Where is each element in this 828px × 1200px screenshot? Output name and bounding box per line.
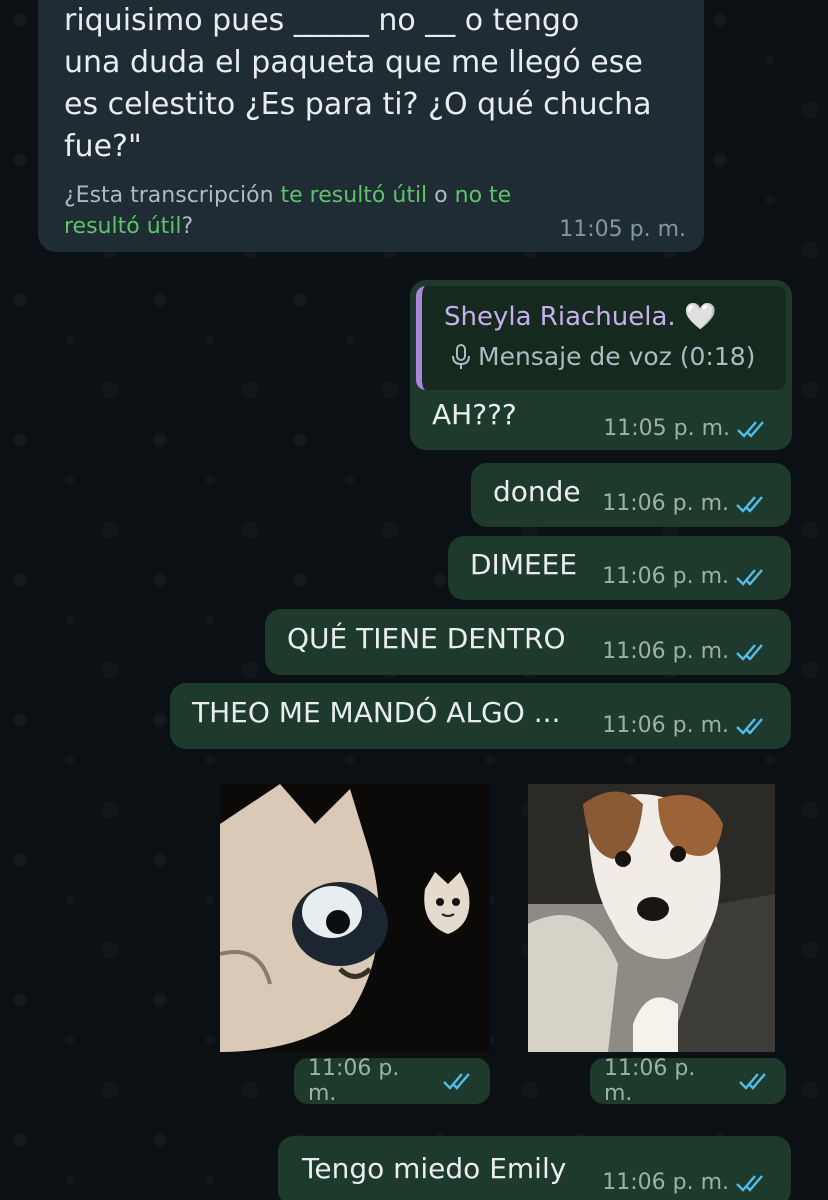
incoming-message-bubble[interactable]: riquisimo pues _____ no __ o tengo una d… [38,0,704,252]
outgoing-message-bubble[interactable]: Tengo miedo Emily 11:06 p. m. [278,1136,791,1200]
outgoing-message-bubble[interactable]: QUÉ TIENE DENTRO 11:06 p. m. [265,609,791,675]
read-ticks-icon [736,1174,763,1192]
quoted-sender-name: Sheyla Riachuela. 🤍 [444,302,717,332]
outgoing-message-bubble[interactable]: Sheyla Riachuela. 🤍 Mensaje de voz (0:18… [410,280,792,450]
message-time: 11:05 p. m. [559,217,686,242]
image-cat-sticker[interactable] [220,784,490,1052]
cat-image [220,784,490,1052]
outgoing-message-bubble[interactable]: THEO ME MANDÓ ALGO ... 11:06 p. m. [170,683,791,749]
read-ticks-icon [443,1073,470,1090]
image-timestamp: 11:06 p. m. [294,1056,490,1106]
message-text: AH??? [432,398,517,431]
quoted-voice-message[interactable]: Sheyla Riachuela. 🤍 Mensaje de voz (0:18… [416,286,786,390]
message-text: QUÉ TIENE DENTRO [287,622,566,655]
message-time: 11:06 p. m. [602,639,729,664]
message-time: 11:06 p. m. [602,1170,729,1195]
outgoing-message-bubble[interactable]: donde 11:06 p. m. [471,463,791,527]
image-timestamp: 11:06 p. m. [590,1056,786,1106]
image-dog-photo[interactable] [528,784,775,1052]
message-text: donde [493,475,581,508]
read-ticks-icon [736,495,763,513]
message-time: 11:06 p. m. [602,491,729,516]
helpful-yes-link[interactable]: te resultó útil [281,183,428,208]
message-time: 11:06 p. m. [602,713,729,738]
message-text: Tengo miedo Emily [302,1152,567,1185]
transcription-text: riquisimo pues _____ no __ o tengo una d… [64,3,652,164]
transcription-feedback: ¿Esta transcripción te resultó útil o no… [64,183,512,239]
microphone-icon [452,343,470,369]
quoted-message-text: Mensaje de voz (0:18) [478,342,756,371]
read-ticks-icon [736,568,763,586]
message-time: 11:06 p. m. [602,564,729,589]
message-text: THEO ME MANDÓ ALGO ... [192,696,561,729]
message-text: DIMEEE [470,548,578,581]
dog-image [528,784,775,1052]
read-ticks-icon [736,643,763,661]
read-ticks-icon [739,1073,766,1090]
message-time: 11:05 p. m. [603,416,730,441]
outgoing-message-bubble[interactable]: DIMEEE 11:06 p. m. [448,536,791,600]
read-ticks-icon [736,717,763,735]
read-ticks-icon [737,420,764,438]
